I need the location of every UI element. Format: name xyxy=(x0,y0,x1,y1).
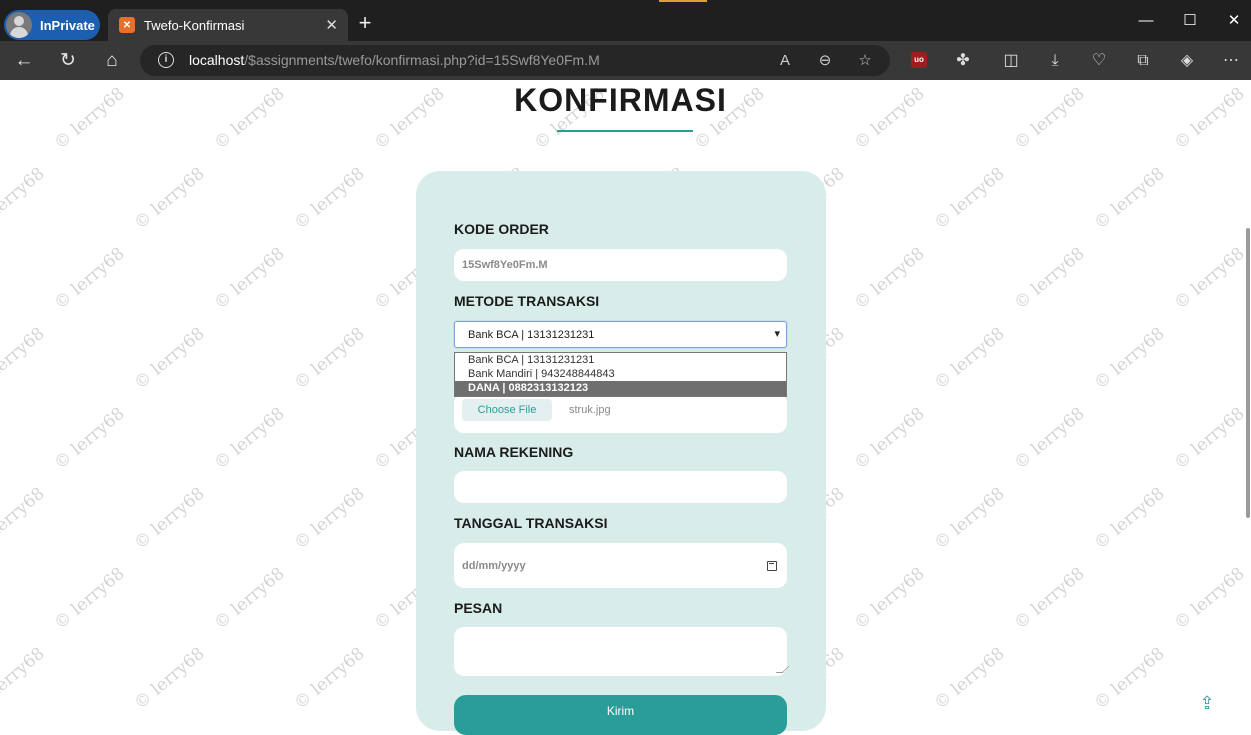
inprivate-label: InPrivate xyxy=(40,17,95,33)
address-bar[interactable]: i localhost/$assignments/twefo/konfirmas… xyxy=(140,45,890,76)
kode-order-label: KODE ORDER xyxy=(454,221,549,237)
dropdown-option-highlighted[interactable]: DANA | 0882313132123 xyxy=(455,381,786,396)
metode-selected-value: Bank BCA | 13131231231 xyxy=(468,329,595,341)
zoom-out-icon[interactable]: ⊖ xyxy=(814,50,836,72)
inprivate-button[interactable]: InPrivate xyxy=(4,10,100,40)
pesan-textarea[interactable] xyxy=(454,627,787,676)
browser-tab[interactable]: ✕ Twefo-Konfirmasi ✕ xyxy=(108,9,348,41)
dropdown-option[interactable]: Bank Mandiri | 943248844843 xyxy=(455,367,786,381)
nama-rekening-input[interactable] xyxy=(454,471,787,503)
watermark-text: © lerry68 xyxy=(290,164,368,234)
browser-toolbar: ← ↻ ⌂ i localhost/$assignments/twefo/kon… xyxy=(0,41,1251,80)
watermark-text: © lerry68 xyxy=(850,404,928,474)
watermark-text: © lerry68 xyxy=(850,244,928,314)
watermark-text: © lerry68 xyxy=(1090,484,1168,554)
file-name: struk.jpg xyxy=(569,404,611,416)
chevron-down-icon: ▾ xyxy=(774,328,780,340)
read-aloud-icon[interactable]: A xyxy=(774,50,796,72)
date-placeholder: dd/mm/yyyy xyxy=(462,560,526,572)
title-underline xyxy=(557,130,693,132)
dropdown-option[interactable]: Bank BCA | 13131231231 xyxy=(455,353,786,367)
choose-file-button[interactable]: Choose File xyxy=(462,399,552,421)
watermark-text: © lerry68 xyxy=(1010,564,1088,634)
watermark-text: © lerry68 xyxy=(1170,244,1248,314)
watermark-text: © lerry68 xyxy=(130,324,208,394)
watermark-text: © lerry68 xyxy=(0,324,49,394)
watermark-text: © lerry68 xyxy=(0,164,49,234)
copilot-icon[interactable]: ◈ xyxy=(1174,48,1200,74)
close-window-icon[interactable]: ✕ xyxy=(1214,10,1251,32)
calendar-icon[interactable] xyxy=(767,561,777,571)
watermark-text: © lerry68 xyxy=(50,404,128,474)
watermark-text: © lerry68 xyxy=(930,164,1008,234)
watermark-text: © lerry68 xyxy=(1010,404,1088,474)
nama-rekening-label: NAMA REKENING xyxy=(454,444,574,460)
watermark-text: © lerry68 xyxy=(210,404,288,474)
close-tab-icon[interactable]: ✕ xyxy=(325,16,338,34)
share-icon[interactable]: ⇪ xyxy=(1197,693,1217,713)
downloads-icon[interactable]: ⤓ xyxy=(1042,48,1068,74)
kode-order-value: 15Swf8Ye0Fm.M xyxy=(462,259,548,271)
watermark-text: © lerry68 xyxy=(1010,244,1088,314)
watermark-text: © lerry68 xyxy=(290,484,368,554)
favorite-star-icon[interactable]: ☆ xyxy=(854,50,876,72)
maximize-icon[interactable]: ☐ xyxy=(1170,10,1210,32)
minimize-icon[interactable]: — xyxy=(1126,10,1166,32)
watermark-text: © lerry68 xyxy=(1090,644,1168,712)
watermark-text: © lerry68 xyxy=(130,164,208,234)
scrollbar-thumb[interactable] xyxy=(1246,228,1250,518)
watermark-text: © lerry68 xyxy=(930,484,1008,554)
watermark-text: © lerry68 xyxy=(210,564,288,634)
refresh-icon[interactable]: ↻ xyxy=(54,47,82,75)
kirim-button[interactable]: Kirim xyxy=(454,695,787,735)
watermark-text: © lerry68 xyxy=(290,644,368,712)
metode-dropdown-list: Bank BCA | 13131231231 Bank Mandiri | 94… xyxy=(454,352,787,397)
url-text[interactable]: localhost/$assignments/twefo/konfirmasi.… xyxy=(189,52,600,68)
watermark-text: © lerry68 xyxy=(930,644,1008,712)
page-title: KONFIRMASI xyxy=(514,82,727,118)
watermark-text: © lerry68 xyxy=(130,644,208,712)
watermark-text: © lerry68 xyxy=(0,644,49,712)
url-host: localhost xyxy=(189,52,245,68)
metode-transaksi-label: METODE TRANSAKSI xyxy=(454,293,600,309)
url-path: /$assignments/twefo/konfirmasi.php?id=15… xyxy=(244,52,600,68)
new-tab-icon[interactable]: + xyxy=(354,12,376,34)
watermark-text: © lerry68 xyxy=(290,324,368,394)
watermark-text: © lerry68 xyxy=(0,484,49,554)
watermark-text: © lerry68 xyxy=(930,324,1008,394)
split-screen-icon[interactable]: ◫ xyxy=(998,48,1024,74)
watermark-text: © lerry68 xyxy=(50,564,128,634)
info-icon[interactable]: i xyxy=(158,52,174,68)
avatar-icon xyxy=(6,12,32,38)
watermark-text: © lerry68 xyxy=(1090,324,1168,394)
back-icon[interactable]: ← xyxy=(10,47,38,75)
tanggal-transaksi-label: TANGGAL TRANSAKSI xyxy=(454,515,608,531)
extensions-icon[interactable]: ✤ xyxy=(950,48,976,74)
ublock-extension-icon[interactable]: uo xyxy=(911,52,927,68)
home-icon[interactable]: ⌂ xyxy=(98,47,126,75)
tanggal-transaksi-input[interactable]: dd/mm/yyyy xyxy=(454,543,787,588)
watermark-text: © lerry68 xyxy=(130,484,208,554)
window-accent xyxy=(659,0,707,2)
more-menu-icon[interactable]: ⋯ xyxy=(1218,48,1244,74)
kode-order-field[interactable]: 15Swf8Ye0Fm.M xyxy=(454,249,787,281)
pesan-label: PESAN xyxy=(454,600,503,616)
tab-title: Twefo-Konfirmasi xyxy=(144,17,245,33)
metode-transaksi-select[interactable]: Bank BCA | 13131231231 ▾ xyxy=(454,321,787,348)
watermark-text: © lerry68 xyxy=(1090,164,1168,234)
collections-icon[interactable]: ⧉ xyxy=(1130,48,1156,74)
browser-essentials-icon[interactable]: ♡ xyxy=(1086,48,1112,74)
watermark-text: © lerry68 xyxy=(1170,404,1248,474)
watermark-text: © lerry68 xyxy=(850,564,928,634)
watermark-text: © lerry68 xyxy=(1170,564,1248,634)
watermark-text: © lerry68 xyxy=(210,244,288,314)
watermark-text: © lerry68 xyxy=(50,244,128,314)
xampp-favicon-icon: ✕ xyxy=(119,17,135,33)
